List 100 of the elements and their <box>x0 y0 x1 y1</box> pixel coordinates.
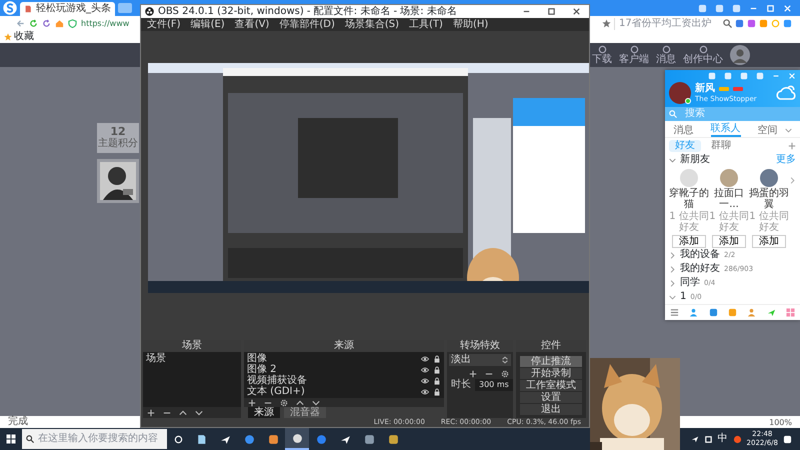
zoom-level[interactable]: 100% <box>769 418 792 426</box>
chevron-right-icon[interactable] <box>669 252 676 258</box>
menu-item[interactable]: 编辑(E) <box>190 18 225 30</box>
settings-icon[interactable] <box>501 370 509 378</box>
menu-icon[interactable] <box>670 308 680 317</box>
section-title: 新朋友 <box>680 154 710 166</box>
back-icon[interactable] <box>16 19 25 28</box>
dock-tab[interactable]: 混音器 <box>284 407 326 418</box>
chevron-down-icon[interactable] <box>669 294 676 300</box>
nav-link[interactable]: 创作中心 <box>683 54 723 66</box>
mutual-friends: 1 位共同好友 <box>709 211 749 233</box>
nav-icon <box>630 44 638 54</box>
lock-icon[interactable] <box>433 388 441 396</box>
group-name[interactable]: 同学 <box>680 277 700 289</box>
eye-icon[interactable] <box>421 354 429 362</box>
score-value: 12 <box>110 126 126 138</box>
source-item[interactable]: 文本 (GDI+) <box>247 386 305 397</box>
list-tab[interactable]: 群聊 <box>705 140 737 152</box>
group-name[interactable]: 1 <box>680 291 686 303</box>
lock-icon[interactable] <box>433 354 441 362</box>
chevron-down-icon[interactable] <box>669 156 676 164</box>
browser-tab[interactable]: 轻松玩游戏_头条 <box>20 2 115 16</box>
task-view-icon[interactable] <box>174 434 182 444</box>
chevron-right-icon[interactable] <box>669 280 676 286</box>
source-item[interactable]: 视频捕获设备 <box>247 375 307 386</box>
user-name: 新风 <box>695 82 715 94</box>
maximize-icon[interactable] <box>547 7 556 16</box>
refresh-icon[interactable] <box>29 19 38 28</box>
nav-link[interactable]: 消息 <box>656 54 676 66</box>
person-icon[interactable] <box>747 308 756 317</box>
contacts-icon[interactable] <box>689 308 698 317</box>
window-title: OBS 24.0.1 (32-bit, windows) - 配置文件: 未命名 - 场景: 未命名 <box>158 6 457 18</box>
up-icon[interactable] <box>296 398 304 406</box>
menu-item[interactable]: 场景集合(S) <box>344 18 400 30</box>
plus-icon[interactable] <box>469 370 477 378</box>
source-item[interactable]: 图像 2 <box>247 364 277 375</box>
menu-item[interactable]: 查看(V) <box>234 18 270 30</box>
search-field[interactable]: 搜索 <box>665 107 800 121</box>
settings-icon[interactable] <box>280 398 288 406</box>
close-icon[interactable] <box>572 7 581 16</box>
plus-icon[interactable] <box>147 408 155 416</box>
group-name[interactable]: 我的设备 <box>680 249 720 261</box>
windows-icon[interactable] <box>6 434 16 444</box>
add-button[interactable]: 添加 <box>712 235 746 248</box>
menu-item[interactable]: 停靠部件(D) <box>279 18 335 30</box>
source-item[interactable]: 图像 <box>247 353 267 364</box>
chevron-right-icon[interactable] <box>669 266 676 272</box>
contacts-tab[interactable]: 消息 <box>674 125 694 137</box>
nav-icon <box>662 44 670 54</box>
duration-label: 时长 <box>451 379 471 391</box>
eye-icon[interactable] <box>421 376 429 384</box>
chevron-right-icon[interactable] <box>789 177 796 184</box>
search-icon[interactable] <box>723 19 732 28</box>
add-button[interactable]: 添加 <box>752 235 786 248</box>
weather-icon[interactable] <box>776 83 796 103</box>
lock-icon[interactable] <box>433 376 441 384</box>
group-name[interactable]: 我的好友 <box>680 263 720 275</box>
dock-title: 来源 <box>244 340 444 352</box>
eye-icon[interactable] <box>421 388 429 396</box>
control-button[interactable]: 设置 <box>520 392 582 403</box>
dock-tab[interactable]: 来源 <box>248 407 280 418</box>
ime-indicator[interactable]: 中 <box>718 433 728 445</box>
search-input[interactable]: 搜索 <box>681 108 781 120</box>
control-button[interactable]: 开始录制 <box>520 368 582 379</box>
menu-item[interactable]: 文件(F) <box>147 18 181 30</box>
star-icon[interactable] <box>602 19 611 28</box>
file-icon <box>196 434 206 444</box>
transition-select[interactable]: 淡出 <box>449 354 511 366</box>
taskbar-button[interactable] <box>285 428 309 450</box>
scene-item[interactable]: 场景 <box>146 353 238 365</box>
down-icon[interactable] <box>312 398 320 406</box>
dock-title: 转场特效 <box>447 340 513 352</box>
url-text[interactable]: https://www <box>81 19 130 28</box>
nav-link[interactable]: 客户端 <box>619 54 649 66</box>
plus-icon[interactable] <box>248 398 256 406</box>
score-label: 主题积分 <box>98 138 138 150</box>
app-icon[interactable] <box>732 434 742 444</box>
lock-icon[interactable] <box>433 366 441 374</box>
avatar <box>730 45 750 65</box>
up-icon[interactable] <box>179 408 187 416</box>
control-button[interactable]: 退出 <box>520 404 582 415</box>
duration-field[interactable]: 300 ms <box>475 379 513 391</box>
app-icon[interactable] <box>708 308 718 317</box>
star-icon <box>4 33 12 41</box>
contacts-tab[interactable]: 空间 <box>758 125 778 137</box>
shield-icon[interactable] <box>68 19 77 28</box>
add-button[interactable]: 添加 <box>672 235 706 248</box>
eye-icon[interactable] <box>421 366 429 374</box>
nav-link[interactable]: 下载 <box>592 54 612 66</box>
control-button[interactable]: 停止推流 <box>520 356 582 367</box>
search-icon <box>669 110 677 118</box>
menu-item[interactable]: 帮助(H) <box>452 18 488 30</box>
add-icon[interactable] <box>788 142 796 150</box>
avatar <box>669 82 691 104</box>
undo-icon[interactable] <box>42 19 51 28</box>
menu-item[interactable]: 工具(T) <box>409 18 443 30</box>
control-button[interactable]: 工作室模式 <box>520 380 582 391</box>
bookmark-link[interactable]: 收藏 <box>14 31 34 43</box>
grid-icon[interactable] <box>786 308 795 317</box>
down-icon[interactable] <box>195 408 203 416</box>
